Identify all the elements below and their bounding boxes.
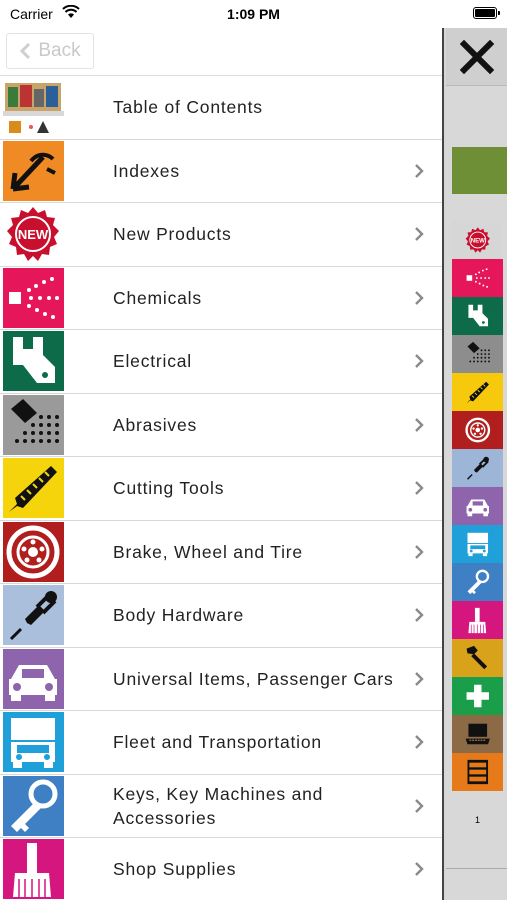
side-index-saw-icon[interactable]	[452, 373, 503, 411]
catalog-cover-icon	[3, 77, 64, 137]
spray-icon	[466, 268, 490, 288]
menu-item-truck[interactable]: Fleet and Transportation	[0, 711, 442, 775]
side-index-first-aid-icon[interactable]	[452, 677, 503, 715]
menu-item-label: Keys, Key Machines and Accessories	[113, 783, 324, 828]
new-badge-icon: NEW	[3, 204, 64, 264]
fastener-icon	[466, 456, 489, 480]
menu-header: Back	[0, 28, 442, 76]
car-icon	[3, 648, 64, 709]
menu-item-label: Fleet and Transportation	[113, 732, 322, 752]
menu-item-spray[interactable]: Chemicals	[0, 267, 442, 330]
side-index-laptop-icon[interactable]	[452, 715, 503, 753]
cabinet-icon	[467, 759, 488, 785]
side-index-broom-icon[interactable]	[452, 601, 503, 639]
fastener-icon	[3, 585, 64, 645]
key-icon	[3, 775, 64, 836]
wheel-icon	[464, 417, 490, 443]
saw-icon	[3, 458, 64, 518]
side-index-wheel-icon[interactable]	[452, 411, 503, 449]
menu-item-label: Chemicals	[113, 287, 202, 308]
back-label: Back	[38, 40, 81, 61]
car-icon	[466, 499, 489, 517]
index-arrow-icon	[3, 140, 64, 201]
side-index-list: NEW	[452, 221, 503, 791]
laptop-icon	[465, 723, 490, 745]
side-index-spray-icon[interactable]	[452, 259, 503, 297]
sanding-icon	[3, 394, 64, 455]
key-icon	[467, 569, 489, 595]
menu-item-label: Universal Items, Passenger Cars	[113, 668, 394, 689]
chevron-right-icon	[415, 481, 424, 495]
menu-item-label: Cutting Tools	[113, 478, 225, 498]
chevron-right-icon	[415, 290, 424, 305]
menu-item-fastener[interactable]: Body Hardware	[0, 584, 442, 648]
clock: 1:09 PM	[227, 6, 280, 22]
new-badge-icon: NEW	[465, 227, 490, 253]
menu-item-car[interactable]: Universal Items, Passenger Cars	[0, 648, 442, 711]
wheel-icon	[3, 521, 64, 582]
saw-icon	[466, 381, 489, 404]
divider	[446, 868, 507, 869]
menu-item-label: Table of Contents	[113, 97, 263, 117]
side-index-bolt-icon[interactable]	[452, 639, 503, 677]
side-index-sanding-icon[interactable]	[452, 335, 503, 373]
side-index-key-icon[interactable]	[452, 563, 503, 601]
menu-item-broom[interactable]: Shop Supplies	[0, 838, 442, 900]
side-index-truck-icon[interactable]	[452, 525, 503, 563]
chevron-right-icon	[415, 417, 424, 432]
menu-item-wheel[interactable]: Brake, Wheel and Tire	[0, 521, 442, 584]
svg-text:NEW: NEW	[470, 238, 484, 244]
page-number: 1	[474, 815, 480, 825]
menu-item-label: Brake, Wheel and Tire	[113, 541, 303, 562]
svg-text:NEW: NEW	[18, 227, 49, 242]
close-button[interactable]	[446, 28, 507, 86]
truck-icon	[3, 712, 64, 772]
menu-item-label: Abrasives	[113, 414, 198, 435]
side-index-connector-icon[interactable]	[452, 297, 503, 335]
truck-icon	[467, 532, 488, 557]
menu-item-label: Body Hardware	[113, 605, 245, 625]
broom-icon	[467, 607, 486, 634]
chevron-right-icon	[415, 862, 424, 876]
category-list: Table of Contents Indexes NEW New Products C…	[0, 76, 442, 900]
bolt-icon	[466, 645, 487, 670]
side-index-fastener-icon[interactable]	[452, 449, 503, 487]
side-index-car-icon[interactable]	[452, 487, 503, 525]
menu-item-label: Shop Supplies	[113, 859, 237, 879]
menu-item-label: New Products	[113, 224, 232, 244]
first-aid-icon	[466, 684, 489, 708]
broom-icon	[3, 839, 64, 899]
spray-icon	[3, 267, 64, 328]
menu-item-sanding[interactable]: Abrasives	[0, 394, 442, 457]
menu-item-label: Electrical	[113, 351, 192, 371]
chevron-right-icon	[415, 227, 424, 241]
chevron-right-icon	[415, 671, 424, 686]
menu-item-catalog-cover[interactable]: Table of Contents	[0, 76, 442, 140]
status-bar: Carrier 1:09 PM	[0, 0, 507, 28]
category-menu-panel: Back Table of Contents Indexes NEW New Prod…	[0, 28, 444, 900]
connector-icon	[467, 304, 488, 327]
side-index-new-badge-icon[interactable]: NEW	[452, 221, 503, 259]
menu-item-saw[interactable]: Cutting Tools	[0, 457, 442, 521]
side-index-active-marker	[452, 147, 507, 194]
battery-icon	[473, 7, 500, 19]
chevron-right-icon	[415, 798, 424, 813]
back-button[interactable]: Back	[6, 33, 94, 69]
menu-item-index-arrow[interactable]: Indexes	[0, 140, 442, 203]
chevron-right-icon	[415, 163, 424, 178]
side-index: NEW 1	[446, 28, 507, 900]
menu-item-new-badge[interactable]: NEW New Products	[0, 203, 442, 267]
menu-item-label: Indexes	[113, 160, 180, 181]
chevron-right-icon	[415, 608, 424, 622]
side-index-cabinet-icon[interactable]	[452, 753, 503, 791]
chevron-right-icon	[415, 544, 424, 559]
menu-item-key[interactable]: Keys, Key Machines and Accessories	[0, 775, 442, 838]
connector-icon	[3, 331, 64, 391]
sanding-icon	[467, 341, 490, 363]
chevron-right-icon	[415, 735, 424, 749]
chevron-right-icon	[415, 354, 424, 368]
close-icon	[459, 39, 494, 74]
menu-item-connector[interactable]: Electrical	[0, 330, 442, 394]
chevron-left-icon	[20, 42, 31, 60]
